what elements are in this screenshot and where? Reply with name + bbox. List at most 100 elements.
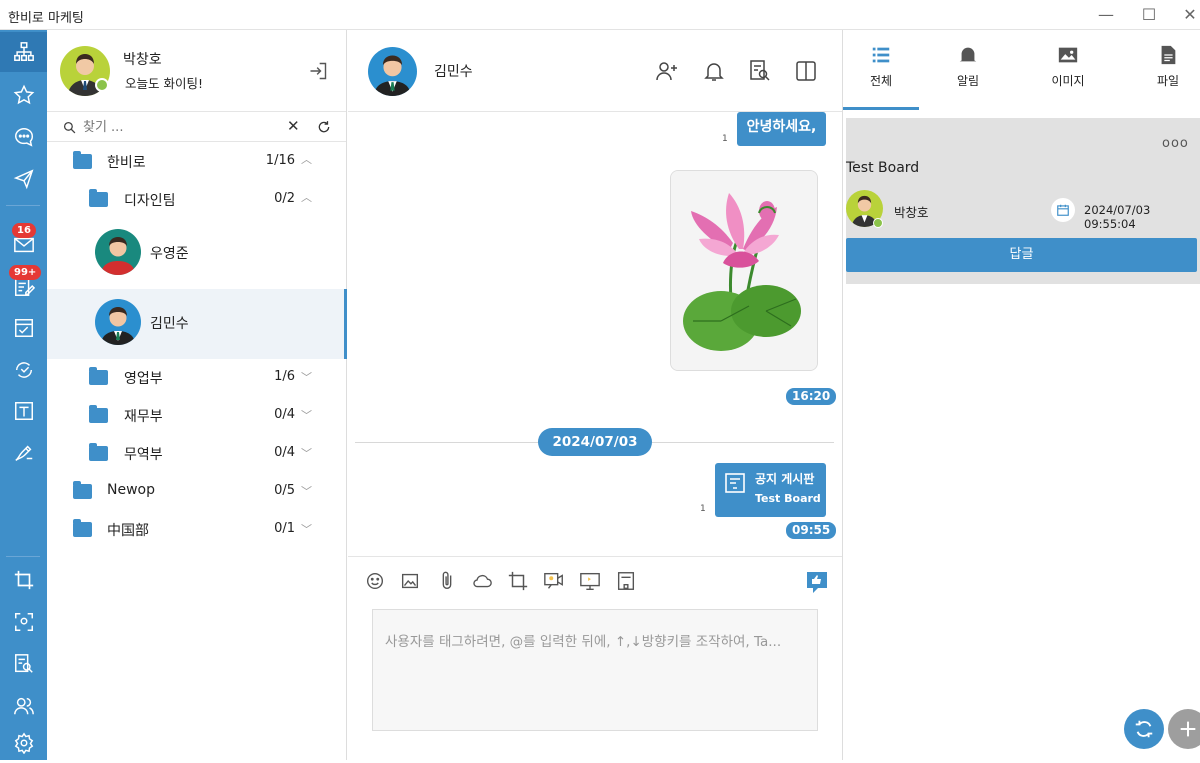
chevron-up-icon[interactable]: ︿ [301, 151, 312, 167]
tree-group-hanbiro[interactable]: 한비로 1/16 ︿ [47, 142, 347, 180]
split-view-icon[interactable] [794, 59, 818, 83]
group-label: 영업부 [124, 371, 163, 387]
group-label: 中国部 [107, 523, 149, 539]
chevron-down-icon[interactable]: ﹀ [301, 483, 312, 499]
users-icon[interactable] [0, 686, 47, 726]
contacts-panel: 박창호 오늘도 화이팅! ✕ 한비로 1/16 ︿ 디자인팀 0/2 ︿ 우영준… [47, 30, 347, 760]
message-list: 1 안녕하세요, 16:20 2024/07/03 1 공지 게시판 Test … [348, 112, 842, 556]
search-icon [63, 121, 76, 134]
image-message[interactable] [670, 170, 818, 371]
contact-avatar [95, 299, 141, 345]
minimize-button[interactable]: — [1096, 5, 1116, 25]
mail-badge: 16 [12, 223, 36, 238]
attachment-icon[interactable] [436, 570, 458, 592]
window-title: 한비로 마케팅 [8, 11, 84, 26]
like-icon[interactable] [804, 569, 830, 595]
my-name: 박창호 [123, 52, 162, 68]
close-window-button[interactable]: ✕ [1180, 5, 1200, 25]
post-title[interactable]: Test Board [846, 160, 919, 176]
org-chart-icon[interactable] [0, 32, 47, 72]
contact-item[interactable]: 우영준 [47, 219, 347, 289]
group-count: 1/6 [274, 369, 295, 384]
folder-icon [89, 405, 108, 423]
board-post-icon[interactable] [615, 570, 637, 592]
tab-images[interactable]: 이미지 [1030, 30, 1106, 110]
board-badge: 99+ [9, 265, 42, 280]
my-profile: 박창호 오늘도 화이팅! [47, 30, 346, 112]
online-status-dot [95, 78, 109, 92]
notice-board-card[interactable]: 공지 게시판 Test Board [715, 463, 826, 517]
more-options-icon[interactable]: ooo [1162, 136, 1189, 151]
chevron-down-icon[interactable]: ﹀ [301, 407, 312, 423]
contact-avatar [95, 229, 141, 275]
my-status-message[interactable]: 오늘도 화이팅! [125, 73, 203, 92]
logout-icon[interactable] [308, 61, 328, 81]
screen-share-icon[interactable] [579, 570, 601, 592]
signature-icon[interactable] [0, 433, 47, 473]
calendar-icon [1051, 198, 1075, 222]
read-count: 1 [700, 504, 706, 514]
contact-name: 김민수 [150, 316, 189, 332]
sync-button[interactable] [1124, 709, 1164, 749]
group-label: 재무부 [124, 409, 163, 425]
tree-group-finance[interactable]: 재무부 0/4 ﹀ [47, 396, 347, 434]
message-bubble[interactable]: 안녕하세요, [737, 112, 826, 146]
chevron-down-icon[interactable]: ﹀ [301, 521, 312, 537]
search-input[interactable] [83, 116, 273, 138]
add-user-icon[interactable] [655, 59, 679, 83]
contact-item-selected[interactable]: 김민수 [47, 289, 347, 359]
partner-avatar[interactable] [368, 47, 417, 96]
chevron-up-icon[interactable]: ︿ [301, 189, 312, 205]
record-icon[interactable] [0, 602, 47, 642]
settings-gear-icon[interactable] [0, 723, 47, 763]
cloud-icon[interactable] [471, 570, 493, 592]
rail-divider [6, 205, 40, 206]
approval-icon[interactable] [0, 308, 47, 348]
lotus-image [671, 171, 817, 370]
send-plane-icon[interactable] [0, 159, 47, 199]
tab-alerts[interactable]: 알림 [930, 30, 1006, 110]
reply-button[interactable]: 답글 [846, 238, 1197, 272]
star-icon[interactable] [0, 75, 47, 115]
group-count: 0/2 [274, 191, 295, 206]
tab-all[interactable]: 전체 [843, 30, 919, 110]
post-datetime: 2024/07/03 09:55:04 [1084, 203, 1151, 231]
tree-group-design[interactable]: 디자인팀 0/2 ︿ [47, 180, 347, 218]
online-status-dot [873, 218, 883, 228]
group-label: 한비로 [107, 155, 146, 171]
video-call-icon[interactable] [543, 570, 565, 592]
text-icon[interactable] [0, 391, 47, 431]
search-doc-icon[interactable] [0, 644, 47, 684]
tree-group-trade[interactable]: 무역부 0/4 ﹀ [47, 434, 347, 472]
emoji-icon[interactable] [364, 570, 386, 592]
contact-name: 우영준 [150, 246, 189, 262]
notice-subtitle: Test Board [755, 492, 821, 505]
group-count: 0/4 [274, 445, 295, 460]
bell-icon[interactable] [702, 59, 726, 83]
search-doc-icon[interactable] [748, 59, 772, 83]
image-icon [1058, 47, 1078, 63]
chat-icon[interactable] [0, 117, 47, 157]
handshake-icon[interactable] [0, 350, 47, 390]
tree-group-china[interactable]: 中国部 0/1 ﹀ [47, 510, 347, 548]
tree-group-newop[interactable]: Newop 0/5 ﹀ [47, 472, 347, 510]
maximize-button[interactable]: ☐ [1139, 5, 1159, 25]
chevron-down-icon[interactable]: ﹀ [301, 369, 312, 385]
clear-search-icon[interactable]: ✕ [287, 117, 300, 135]
group-label: Newop [107, 482, 155, 498]
image-icon[interactable] [399, 570, 421, 592]
side-panel: 전체 알림 이미지 파일 ooo Test Board 박창호 2024/07/… [842, 30, 1200, 760]
message-input[interactable]: 사용자를 태그하려면, @를 입력한 뒤에, ↑,↓방향키를 조작하여, Ta.… [372, 609, 818, 731]
folder-icon [89, 367, 108, 385]
nav-rail: 16 99+ [0, 30, 47, 760]
refresh-icon[interactable] [317, 120, 331, 134]
tab-files[interactable]: 파일 [1130, 30, 1200, 110]
chevron-down-icon[interactable]: ﹀ [301, 445, 312, 461]
tree-group-sales[interactable]: 영업부 1/6 ﹀ [47, 358, 347, 396]
folder-icon [73, 519, 92, 537]
list-icon [872, 47, 890, 63]
add-button[interactable] [1168, 709, 1200, 749]
board-post-card: ooo Test Board 박창호 2024/07/03 09:55:04 답… [846, 118, 1200, 284]
crop-icon[interactable] [507, 570, 529, 592]
crop-icon[interactable] [0, 560, 47, 600]
